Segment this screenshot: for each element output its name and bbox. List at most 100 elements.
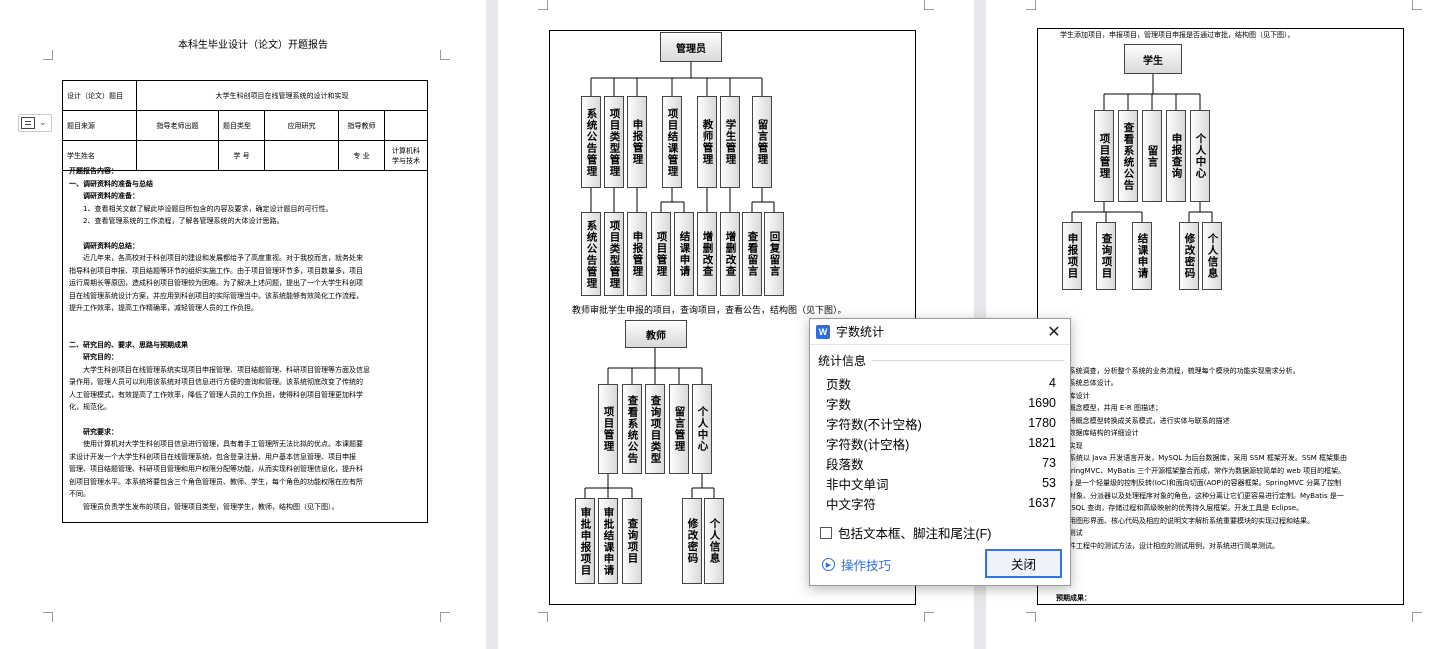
dialog-title-bar[interactable]: W 字数统计 ✕ <box>810 319 1070 345</box>
teacher-node: 留言管理 <box>669 384 689 474</box>
paragraph-line: 1、查看相关文献了解此毕设题目所包含的内容及要求，确定设计题目的可行性。 <box>83 204 333 213</box>
stat-row-chars-with-spaces: 字符数(计空格) 1821 <box>826 433 1056 453</box>
close-icon[interactable]: ✕ <box>1044 322 1064 342</box>
stat-label: 字符数(不计空格) <box>826 417 922 432</box>
paragraph-line: 2、查看管理系统的工作流程，了解各管理系统的大体设计思路。 <box>83 217 284 225</box>
stat-label: 页数 <box>826 377 852 392</box>
paragraph-line: 1 概念模型，并用 E-R 图描述； <box>1048 404 1162 412</box>
subsection-heading: 调研资料的准备： <box>83 192 139 200</box>
admin-subnode: 系统公告管理 <box>581 212 601 296</box>
advisor-value <box>384 110 428 141</box>
subsection-heading: 调研资料的总结： <box>83 241 139 250</box>
source-value: 指导老师出题 <box>136 110 219 141</box>
teacher-node: 查询项目类型 <box>645 384 665 474</box>
expected-results-heading: 预期成果： <box>1056 594 1091 602</box>
admin-subnode: 项目管理 <box>651 212 671 296</box>
admin-node: 项目结课管理 <box>662 96 682 188</box>
type-value: 应用研究 <box>264 110 339 141</box>
stat-label: 字数 <box>826 397 852 412</box>
student-node: 个人中心 <box>1190 110 1210 202</box>
paragraph-line: 化，规范化。 <box>69 403 111 411</box>
stats-section-label: 统计信息 <box>818 354 867 368</box>
paragraph-line: 1 完成系统调查，分析整个系统的业务流程，梳理每个模块的功能实现需求分析。 <box>1048 366 1300 375</box>
paragraph-line: 使用图形界面、核心代码及相应的说明文字解析系统重要模块的实现过程和结果。 <box>1048 516 1314 525</box>
stats-list: 页数 4 字数 1690 字符数(不计空格) 1780 字符数(计空格) 1821 段落… <box>826 373 1056 513</box>
teacher-subnode: 审批申报项目 <box>575 498 595 584</box>
crop-mark <box>440 612 450 622</box>
paragraph-line: 究思路： <box>1048 352 1428 365</box>
student-node: 留言 <box>1142 110 1162 202</box>
admin-subnode: 结课申请 <box>674 212 694 296</box>
paragraph-line: 管理员负责学生发布的项目，管理项目类型，管理学生，教师，结构图（见下图）。 <box>83 502 339 511</box>
student-subnode: 查询项目 <box>1096 222 1116 290</box>
admin-subnode: 项目类型管理 <box>604 212 624 296</box>
stat-value: 1690 <box>1028 396 1056 410</box>
tips-label: 操作技巧 <box>841 559 892 573</box>
stat-row-words: 字数 1690 <box>826 393 1056 413</box>
chevron-down-icon: ⌄ <box>39 118 47 128</box>
stat-row-chinese-chars: 中文字符 1637 <box>826 493 1056 513</box>
paragraph-line: SpringMVC、MyBatis 三个开源框架整合而成，常作为数据源较简单的 … <box>1048 466 1346 475</box>
admin-node: 申报管理 <box>627 96 647 188</box>
tips-link[interactable]: ▶ 操作技巧 <box>822 555 891 574</box>
paragraph-line: 指导科创项目申报、项目结题等环节的组织实施工作。由于项目管理环节多，项目数量多，… <box>69 266 363 275</box>
content-heading: 开题报告内容： <box>69 167 118 175</box>
close-button[interactable]: 关闭 <box>985 549 1062 578</box>
paragraph-line: 5 系统测试 <box>1048 527 1428 540</box>
admin-node: 项目类型管理 <box>604 96 624 188</box>
paragraph-line: 软件工程中的测试方法，设计相应的测试用例，对系统进行简单测试。 <box>1048 541 1279 550</box>
stats-section-header: 统计信息 <box>818 352 1064 369</box>
student-node: 项目管理 <box>1094 110 1114 202</box>
paragraph-line: 本系统以 Java 开发语言开发，MySQL 为后台数据库，采用 SSM 框架开… <box>1048 454 1348 462</box>
stat-value: 4 <box>1049 376 1056 390</box>
paragraph-line: 人工管理模式，有效提高了工作效率，降低了管理人员的工作负担，使得科创项目管理更加… <box>69 390 363 399</box>
subsection-heading: 研究要求： <box>83 427 118 436</box>
stat-value: 1821 <box>1028 436 1056 450</box>
stat-row-non-chinese-words: 非中文单词 53 <box>826 473 1056 493</box>
report-title: 本科生毕业设计（论文）开题报告 <box>178 40 328 51</box>
checkbox-box[interactable] <box>820 526 832 539</box>
include-textbox-footnotes-checkbox[interactable]: 包括文本框、脚注和尾注(F) <box>820 523 991 542</box>
admin-root-node: 管理员 <box>660 32 722 62</box>
crop-mark <box>43 50 53 60</box>
paragraph-line: 通 SQL 查询，存储过程和高级映射的优秀持久层框架。开发工具是 Eclipse… <box>1048 504 1304 512</box>
stat-label: 字符数(计空格) <box>826 437 910 452</box>
paragraph-line: 使用计算机对大学生科创项目信息进行管理，具有着手工管理所无法比拟的优点。本课题要 <box>83 440 363 448</box>
source-label: 题目来源 <box>62 110 137 141</box>
student-subnode: 申报项目 <box>1062 222 1082 290</box>
student-subnode: 修改密码 <box>1179 222 1199 290</box>
paragraph-line: 录作用，管理人员可以利用该系统对项目信息进行方便的查询和管理。该系统彻底改变了传… <box>69 378 363 386</box>
crop-mark <box>440 50 450 60</box>
student-node: 查看系统公告 <box>1118 110 1138 202</box>
teacher-node: 项目管理 <box>598 384 618 474</box>
stat-label: 中文字符 <box>826 497 877 512</box>
paragraph-line: 近几年来，各高校对于科创项目的建设和发展都给予了高度重视。对于我校而言，就务处来 <box>83 254 363 262</box>
paragraph-line: 运行周期长等原因，造成科创项目管理较为困难。为了解决上述问题，提出了一个大学生科… <box>69 279 363 287</box>
teacher-root-node: 教师 <box>625 320 687 348</box>
divider <box>872 360 1064 361</box>
checkbox-label: 包括文本框、脚注和尾注(F) <box>838 527 992 541</box>
report-info-table: 设计（论文）题目 大学生科创项目在线管理系统的设计和实现 题目来源 指导老师出题… <box>62 80 428 171</box>
crop-mark <box>43 612 53 622</box>
paragraph-line: 求设计开发一个大学生科创项目在线管理系统，包含登录注册、用户基本信息管理、项目申… <box>69 452 356 461</box>
stat-value: 1780 <box>1028 416 1056 430</box>
teacher-subnode: 修改密码 <box>682 498 702 584</box>
admin-subnode: 申报管理 <box>627 212 647 296</box>
student-root-node: 学生 <box>1124 44 1182 74</box>
paragraph-line: 型对象、分派器以及处理程序对象的角色，这种分离让它们更容易进行定制。MyBati… <box>1048 491 1344 500</box>
paragraph-line: 管理、项目结题管理、科研项目管理和用户权限分配等功能，从而实现科创管理信息化，提… <box>69 465 363 473</box>
advisor-label: 指导教师 <box>338 110 385 141</box>
stat-value: 1637 <box>1028 496 1056 510</box>
stat-label: 非中文单词 <box>826 477 889 492</box>
paragraph-line: 创项目管理水平。本系统将要包含三个角色管理员、教师、学生，每个角色的功能权限在应… <box>69 477 363 486</box>
stat-row-pages: 页数 4 <box>826 373 1056 393</box>
paragraph-line: ing 是一个轻量级的控制反转(IoC)和面向切面(AOP)的容器框架。Spri… <box>1048 479 1342 487</box>
teacher-diagram-caption: 教师审批学生申报的项目，查询项目，查看公告，结构图（见下图）。 <box>572 306 847 316</box>
teacher-node: 个人中心 <box>692 384 712 474</box>
student-subnode: 结课申请 <box>1132 222 1152 290</box>
stat-value: 73 <box>1042 456 1056 470</box>
stat-row-chars-no-spaces: 字符数(不计空格) 1780 <box>826 413 1056 433</box>
paragraph-layout-icon <box>21 117 35 129</box>
document-page-1: 本科生毕业设计（论文）开题报告 设计（论文）题目 大学生科创项目在线管理系统的设… <box>0 0 486 649</box>
paragraph-layout-button[interactable]: ⌄ <box>18 114 52 132</box>
